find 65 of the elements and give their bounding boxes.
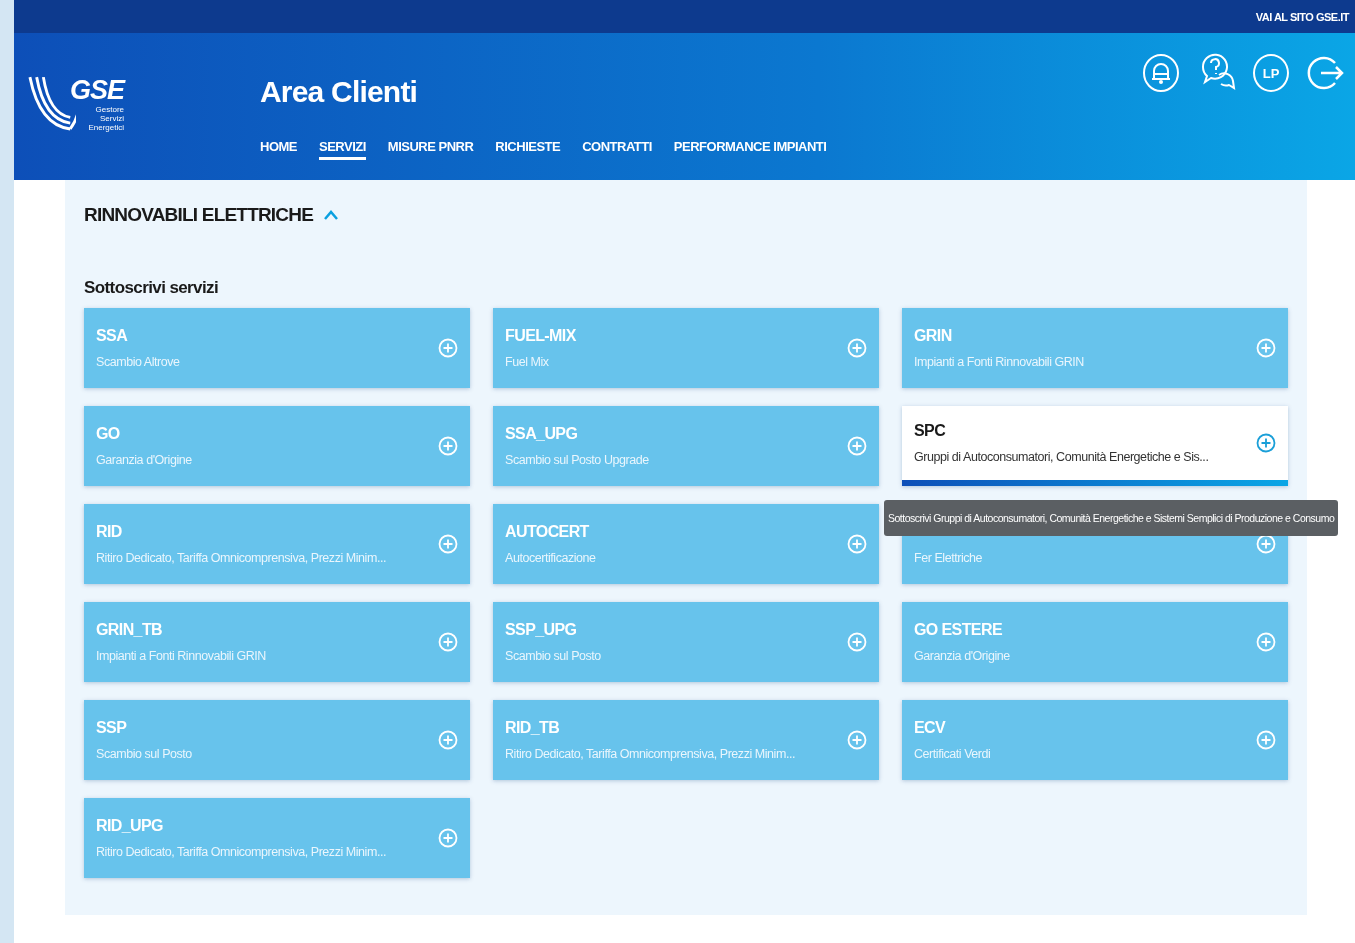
service-description: Impianti a Fonti Rinnovabili GRIN <box>96 649 266 663</box>
section-subtitle: Sottoscrivi servizi <box>84 278 220 298</box>
service-card[interactable]: GRIN Impianti a Fonti Rinnovabili GRIN <box>902 308 1288 388</box>
service-description: Certificati Verdi <box>914 747 991 761</box>
service-description: Scambio Altrove <box>96 355 180 369</box>
service-card[interactable]: SSP Scambio sul Posto <box>84 700 470 780</box>
service-description: Ritiro Dedicato, Tariffa Omnicomprensiva, Prezzi Minim... <box>505 747 795 761</box>
logo-tagline: Servizi <box>100 114 125 123</box>
service-description: Fuel Mix <box>505 355 550 369</box>
service-code: SSP <box>96 719 128 737</box>
service-description: Ritiro Dedicato, Tariffa Omnicomprensiva, Prezzi Minim... <box>96 551 386 565</box>
service-description: Autocertificazione <box>505 551 596 565</box>
service-description: Fer Elettriche <box>914 551 983 565</box>
logo-wordmark: GSE <box>70 75 125 105</box>
notifications-icon[interactable] <box>1141 53 1181 93</box>
service-code: RID <box>96 523 123 541</box>
service-card[interactable]: GO ESTERE Garanzia d'Origine <box>902 602 1288 682</box>
service-code: GRIN_TB <box>96 621 164 639</box>
nav-tab[interactable]: HOME <box>260 139 297 160</box>
service-code: FUEL-MIX <box>505 327 576 345</box>
service-card[interactable]: GO Garanzia d'Origine <box>84 406 470 486</box>
service-description: Scambio sul Posto <box>505 649 601 663</box>
service-code: ECV <box>914 719 947 737</box>
service-description: Impianti a Fonti Rinnovabili GRIN <box>914 355 1084 369</box>
service-description: Garanzia d'Origine <box>914 649 1010 663</box>
add-icon[interactable] <box>1256 433 1276 453</box>
nav-tab[interactable]: CONTRATTI <box>582 139 652 160</box>
logo-tagline: Gestore <box>95 105 125 114</box>
site-link[interactable]: VAI AL SITO GSE.IT <box>1255 10 1349 23</box>
service-code: SPC <box>914 422 947 440</box>
tooltip: Sottoscrivi Gruppi di Autoconsumatori, Comunità Energetiche e Sistemi Semplici di Produzione e Consumo <box>884 500 1339 536</box>
service-code: SSA <box>96 327 129 345</box>
section-title: RINNOVABILI ELETTRICHE <box>84 204 314 226</box>
service-code: GO ESTERE <box>914 621 1003 639</box>
service-description: Scambio sul Posto <box>96 747 192 761</box>
nav-tab[interactable]: RICHIESTE <box>495 139 561 160</box>
service-card[interactable]: RID_UPG Ritiro Dedicato, Tariffa Omnicomprensiva, Prezzi Minim... <box>84 798 470 878</box>
chevron-up-icon[interactable] <box>323 209 340 221</box>
service-description: Ritiro Dedicato, Tariffa Omnicomprensiva, Prezzi Minim... <box>96 845 386 859</box>
service-card[interactable]: SSP_UPG Scambio sul Posto <box>493 602 879 682</box>
service-code: RID_TB <box>505 719 561 737</box>
logo-tagline: Energetici <box>88 123 125 132</box>
service-card[interactable]: AUTOCERT Autocertificazione <box>493 504 879 584</box>
service-code: SSA_UPG <box>505 425 579 443</box>
service-code: RID_UPG <box>96 817 164 835</box>
service-description: Gruppi di Autoconsumatori, Comunità Energetiche e Sis... <box>914 450 1209 464</box>
service-description: Scambio sul Posto Upgrade <box>505 453 649 467</box>
service-card[interactable]: RID_TB Ritiro Dedicato, Tariffa Omnicomprensiva, Prezzi Minim... <box>493 700 879 780</box>
service-card[interactable]: ECV Certificati Verdi <box>902 700 1288 780</box>
service-description: Garanzia d'Origine <box>96 453 192 467</box>
service-card[interactable]: SSA_UPG Scambio sul Posto Upgrade <box>493 406 879 486</box>
nav-tab[interactable]: PERFORMANCE IMPIANTI <box>673 139 827 160</box>
service-card[interactable]: FUEL-MIX Fuel Mix <box>493 308 879 388</box>
service-card[interactable]: SSA Scambio Altrove <box>84 308 470 388</box>
service-card[interactable]: GRIN_TB Impianti a Fonti Rinnovabili GRIN <box>84 602 470 682</box>
service-card[interactable]: RID Ritiro Dedicato, Tariffa Omnicomprensiva, Prezzi Minim... <box>84 504 470 584</box>
nav-tab[interactable]: SERVIZI <box>319 139 366 160</box>
service-card[interactable]: SPC Gruppi di Autoconsumatori, Comunità Energetiche e Sis... <box>902 406 1288 486</box>
user-avatar[interactable]: LP <box>1253 54 1289 92</box>
service-code: AUTOCERT <box>505 523 590 541</box>
service-code: SSP_UPG <box>505 621 578 639</box>
page-title: Area Clienti <box>260 75 419 109</box>
nav-tab[interactable]: MISURE PNRR <box>387 139 474 160</box>
service-code: GO <box>96 425 121 443</box>
service-code: GRIN <box>914 327 953 345</box>
